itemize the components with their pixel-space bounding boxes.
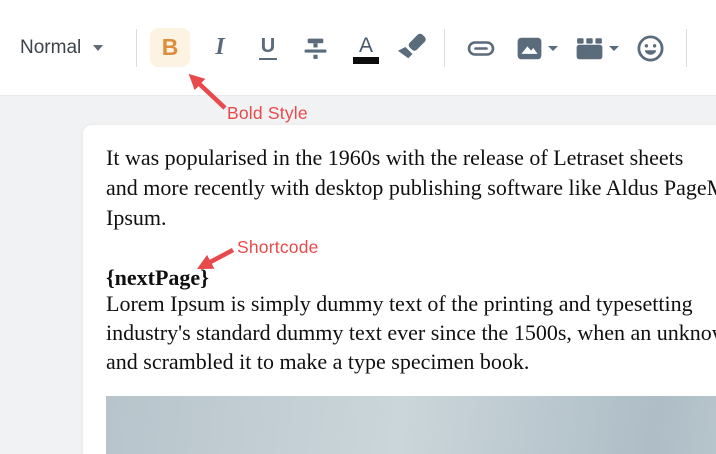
bold-style-arrow: [178, 62, 234, 114]
paragraph-style-label: Normal: [20, 37, 81, 59]
image-icon: [516, 36, 543, 61]
text-color-button[interactable]: A: [350, 29, 382, 69]
editor-canvas: It was popularised in the 1960s with the…: [0, 96, 716, 454]
text-color-swatch: [353, 57, 379, 64]
chevron-down-icon: [609, 46, 619, 51]
doc-text-line: It was popularised in the 1960s with the…: [106, 143, 716, 173]
highlighter-icon: [397, 29, 429, 63]
strikethrough-button[interactable]: [300, 31, 330, 65]
chevron-down-icon: [548, 46, 558, 51]
text-color-icon: A: [359, 35, 373, 56]
strikethrough-icon: [303, 36, 328, 61]
shortcode-annotation: Shortcode: [237, 237, 319, 258]
italic-button[interactable]: I: [205, 29, 235, 65]
toolbar-divider: [444, 29, 445, 67]
chevron-down-icon: [93, 45, 103, 51]
emoji-button[interactable]: [634, 32, 666, 64]
highlighter-button[interactable]: [396, 27, 430, 65]
document-page[interactable]: It was popularised in the 1960s with the…: [82, 124, 716, 454]
inline-image[interactable]: [106, 396, 716, 454]
doc-text-line: and more recently with desktop publishin…: [106, 173, 716, 203]
doc-text-line: industry's standard dummy text ever sinc…: [106, 318, 716, 347]
italic-icon: I: [215, 34, 224, 61]
doc-text-line: and scrambled it to make a type specimen…: [106, 347, 716, 376]
insert-video-button[interactable]: [572, 33, 622, 63]
link-icon: [466, 35, 496, 61]
film-icon: [575, 36, 604, 61]
insert-link-button[interactable]: [464, 33, 498, 63]
toolbar-divider: [686, 29, 687, 67]
bold-icon: B: [162, 34, 179, 61]
insert-image-button[interactable]: [513, 33, 561, 63]
toolbar: Normal B I U A: [0, 0, 716, 96]
doc-text-line: Ipsum.: [106, 203, 716, 233]
bold-style-annotation: Bold Style: [227, 103, 308, 124]
underline-icon: U: [259, 36, 277, 60]
shortcode-arrow: [190, 243, 240, 277]
rich-text-editor: Normal B I U A: [0, 0, 716, 454]
underline-button[interactable]: U: [252, 29, 284, 67]
smiley-icon: [636, 34, 665, 63]
doc-text-line: Lorem Ipsum is simply dummy text of the …: [106, 289, 716, 318]
paragraph-style-dropdown[interactable]: Normal: [20, 33, 103, 63]
toolbar-divider: [136, 29, 137, 67]
